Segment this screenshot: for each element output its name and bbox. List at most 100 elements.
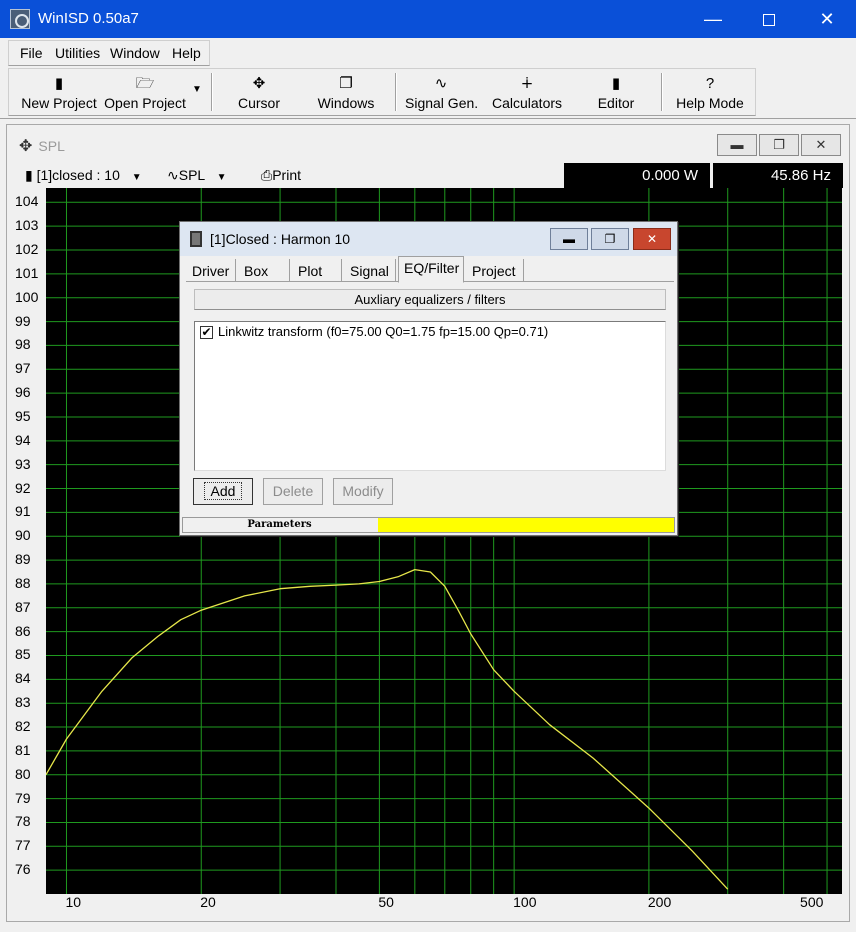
open-project-button[interactable]: 🗁 Open Project bbox=[103, 69, 187, 115]
close-button[interactable]: ✕ bbox=[798, 0, 856, 38]
main-toolbar: ▮ New Project 🗁 Open Project ▼ ✥ Cursor … bbox=[8, 68, 756, 116]
dialog-minimize-button[interactable]: ▬ bbox=[550, 228, 588, 250]
dropdown-arrow-icon: ▼ bbox=[131, 172, 142, 183]
spl-restore-button[interactable]: ❐ bbox=[759, 134, 799, 156]
y-tick-label: 96 bbox=[15, 384, 31, 401]
y-tick-label: 92 bbox=[15, 479, 31, 496]
parameters-label: Parameters bbox=[247, 519, 312, 530]
delete-button[interactable]: Delete bbox=[263, 478, 323, 505]
plot-type-select[interactable]: ∿SPL ▼ bbox=[167, 167, 226, 184]
signal-gen-button[interactable]: ∿ Signal Gen. bbox=[405, 69, 478, 115]
filter-list[interactable]: ✔ Linkwitz transform (f0=75.00 Q0=1.75 f… bbox=[194, 321, 666, 471]
x-tick-label: 20 bbox=[200, 894, 216, 910]
x-tick-label: 500 bbox=[800, 894, 824, 910]
y-tick-label: 85 bbox=[15, 646, 31, 663]
power-readout: 0.000 W bbox=[564, 163, 710, 188]
y-tick-label: 101 bbox=[15, 264, 39, 281]
x-tick-label: 50 bbox=[378, 894, 394, 910]
y-tick-label: 102 bbox=[15, 241, 39, 257]
y-tick-label: 80 bbox=[15, 765, 31, 782]
y-tick-label: 82 bbox=[15, 718, 31, 735]
toolbar-separator bbox=[661, 73, 663, 111]
minimize-button[interactable]: — bbox=[684, 0, 742, 38]
open-project-dropdown[interactable]: ▼ bbox=[189, 69, 205, 115]
cursor-crosshair-icon: ✥ bbox=[252, 75, 266, 92]
menu-help[interactable]: Help bbox=[172, 45, 201, 61]
dialog-title: [1]Closed : Harmon 10 bbox=[210, 231, 351, 247]
y-tick-label: 89 bbox=[15, 551, 31, 568]
frequency-readout: 45.86 Hz bbox=[713, 163, 843, 188]
print-button[interactable]: ⎙Print bbox=[261, 167, 301, 184]
menu-bar: File Utilities Window Help bbox=[0, 38, 856, 68]
new-project-button[interactable]: ▮ New Project bbox=[19, 69, 99, 115]
dialog-close-button[interactable]: ✕ bbox=[633, 228, 671, 250]
y-tick-label: 77 bbox=[15, 837, 31, 854]
list-item[interactable]: Linkwitz transform (f0=75.00 Q0=1.75 fp=… bbox=[218, 324, 548, 339]
windows-icon: ❐ bbox=[339, 75, 353, 92]
spl-window-title: ✥ SPL bbox=[19, 138, 65, 155]
filter-checkbox[interactable]: ✔ bbox=[200, 326, 213, 339]
maximize-icon bbox=[763, 14, 775, 27]
title-bar: WinISD 0.50a7 — ✕ bbox=[0, 0, 856, 38]
tab-box[interactable]: Box bbox=[238, 259, 290, 282]
cursor-button[interactable]: ✥ Cursor bbox=[229, 69, 289, 115]
y-tick-label: 97 bbox=[15, 360, 31, 377]
spl-close-button[interactable]: ✕ bbox=[801, 134, 841, 156]
parameters-status: Parameters bbox=[182, 517, 675, 533]
sine-wave-icon: ∿ bbox=[434, 75, 448, 92]
help-mode-button[interactable]: ? Help Mode bbox=[673, 69, 747, 115]
new-project-icon: ▮ bbox=[54, 75, 64, 92]
y-tick-label: 87 bbox=[15, 598, 31, 615]
y-tick-label: 95 bbox=[15, 407, 31, 424]
y-tick-label: 103 bbox=[15, 217, 39, 234]
help-icon: ? bbox=[705, 75, 715, 92]
y-tick-label: 84 bbox=[15, 670, 31, 687]
crosshair-icon: ✥ bbox=[19, 138, 33, 155]
menu-file[interactable]: File bbox=[20, 45, 43, 61]
folder-open-icon: 🗁 bbox=[135, 75, 155, 92]
calculator-icon: ∔ bbox=[520, 75, 534, 92]
tab-eq-filter[interactable]: EQ/Filter bbox=[398, 256, 464, 283]
project-dialog: [1]Closed : Harmon 10 ▬ ❐ ✕ Driver Box P… bbox=[179, 221, 678, 536]
document-icon bbox=[190, 231, 202, 247]
tab-project[interactable]: Project bbox=[466, 259, 524, 282]
x-tick-label: 10 bbox=[65, 894, 82, 910]
parameters-indicator bbox=[378, 518, 674, 532]
spl-minimize-button[interactable]: ▬ bbox=[717, 134, 757, 156]
x-tick-label: 200 bbox=[647, 894, 672, 910]
project-select[interactable]: ▮ [1]closed : 10 ▼ bbox=[25, 167, 142, 184]
y-tick-label: 76 bbox=[15, 861, 31, 878]
y-tick-label: 100 bbox=[15, 288, 39, 305]
windows-button[interactable]: ❐ Windows bbox=[313, 69, 379, 115]
tab-signal[interactable]: Signal bbox=[344, 259, 396, 282]
toolbar-separator bbox=[211, 73, 213, 111]
x-tick-label: 100 bbox=[513, 894, 537, 910]
y-tick-label: 90 bbox=[15, 527, 31, 544]
tab-plot[interactable]: Plot bbox=[292, 259, 342, 282]
y-tick-label: 99 bbox=[15, 312, 31, 329]
modify-button[interactable]: Modify bbox=[333, 478, 393, 505]
y-tick-label: 98 bbox=[15, 336, 31, 353]
app-title: WinISD 0.50a7 bbox=[38, 10, 139, 27]
y-tick-label: 79 bbox=[15, 789, 31, 806]
editor-icon: ▮ bbox=[611, 75, 621, 92]
document-icon: ▮ bbox=[25, 167, 37, 183]
dropdown-arrow-icon: ▼ bbox=[216, 172, 227, 183]
maximize-button[interactable] bbox=[740, 0, 798, 38]
printer-icon: ⎙ bbox=[261, 167, 273, 183]
menu-window[interactable]: Window bbox=[110, 45, 160, 61]
calculators-button[interactable]: ∔ Calculators bbox=[491, 69, 563, 115]
toolbar-separator bbox=[395, 73, 397, 111]
dialog-title-bar[interactable]: [1]Closed : Harmon 10 ▬ ❐ ✕ bbox=[180, 222, 677, 256]
y-tick-label: 93 bbox=[15, 455, 31, 472]
y-tick-label: 94 bbox=[15, 431, 31, 448]
tab-driver[interactable]: Driver bbox=[186, 259, 236, 282]
editor-button[interactable]: ▮ Editor bbox=[591, 69, 641, 115]
app-icon bbox=[10, 9, 30, 29]
y-tick-label: 78 bbox=[15, 813, 31, 830]
dialog-restore-button[interactable]: ❐ bbox=[591, 228, 629, 250]
y-tick-label: 88 bbox=[15, 574, 31, 591]
add-button[interactable]: Add bbox=[193, 478, 253, 505]
menu-utilities[interactable]: Utilities bbox=[55, 45, 100, 61]
aux-equalizers-header: Auxliary equalizers / filters bbox=[194, 289, 666, 310]
